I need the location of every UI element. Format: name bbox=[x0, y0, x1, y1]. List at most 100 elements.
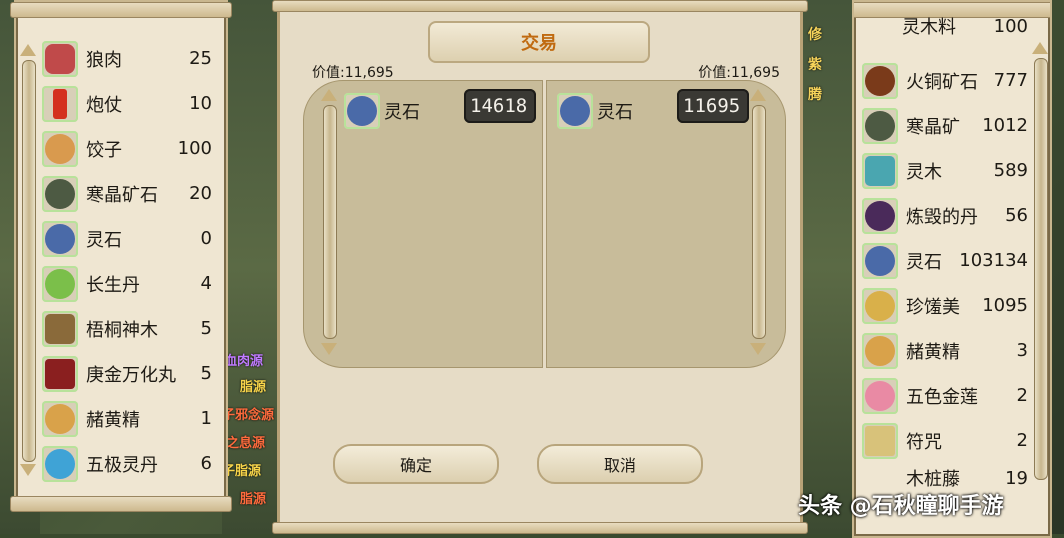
left-inventory-panel: 狼肉 25 炮仗 10 饺子 100 寒晶矿石 20 灵石 0 长生丹 4 梧桐… bbox=[10, 0, 232, 512]
right-inventory-item-partial-top[interactable]: 灵木料 100 bbox=[854, 14, 1050, 39]
their-offer-box: 灵石 11695 bbox=[546, 80, 786, 368]
right-inventory-panel: 灵木料 100 火铜矿石 777 寒晶矿 1012 灵木 589 炼毁的丹 56… bbox=[852, 0, 1052, 538]
item-name: 寒晶矿石 bbox=[86, 184, 158, 206]
right-inventory-item[interactable]: 五色金莲 2 bbox=[858, 373, 1050, 418]
right-inventory-item[interactable]: 赭黄精 3 bbox=[858, 328, 1050, 373]
item-qty: 5 bbox=[200, 363, 212, 384]
item-name: 灵木料 bbox=[902, 17, 956, 38]
item-name: 寒晶矿 bbox=[906, 116, 960, 138]
item-name: 赭黄精 bbox=[906, 341, 960, 363]
food-bowl-icon bbox=[862, 287, 898, 324]
item-qty: 1012 bbox=[982, 115, 1028, 136]
confirm-button[interactable]: 确定 bbox=[333, 444, 499, 484]
item-qty: 100 bbox=[993, 15, 1028, 37]
my-offer-value: 价值:11,695 bbox=[312, 65, 394, 81]
item-qty: 0 bbox=[200, 228, 212, 249]
their-offer-scrollbar[interactable] bbox=[752, 105, 766, 339]
trade-window: 交易 价值:11,695 价值:11,695 灵石 14618 灵石 11695… bbox=[272, 0, 808, 534]
item-qty: 2 bbox=[1016, 385, 1028, 406]
item-name: 饺子 bbox=[86, 139, 122, 161]
left-inventory-item[interactable]: 梧桐神木 5 bbox=[38, 306, 226, 351]
item-qty: 2 bbox=[1016, 430, 1028, 451]
dark-pill-icon bbox=[862, 197, 898, 234]
left-inventory-item[interactable]: 灵石 0 bbox=[38, 216, 226, 261]
right-inventory-item[interactable]: 炼毁的丹 56 bbox=[858, 193, 1050, 238]
left-inventory-item[interactable]: 寒晶矿石 20 bbox=[38, 171, 226, 216]
their-offer-value: 价值:11,695 bbox=[698, 65, 780, 81]
item-name: 灵木 bbox=[906, 161, 942, 183]
left-inventory-item[interactable]: 炮仗 10 bbox=[38, 81, 226, 126]
spirit-stone-icon bbox=[557, 93, 593, 129]
left-inventory-item[interactable]: 五极灵丹 6 bbox=[38, 441, 226, 486]
right-inventory-item[interactable]: 寒晶矿 1012 bbox=[858, 103, 1050, 148]
side-label-1: 修 bbox=[808, 27, 822, 43]
item-qty: 3 bbox=[1016, 340, 1028, 361]
my-offer-item[interactable]: 灵石 bbox=[344, 93, 420, 129]
mid-bg-strip bbox=[222, 0, 280, 534]
left-inventory-scrollbar[interactable] bbox=[22, 60, 36, 462]
cancel-button[interactable]: 取消 bbox=[537, 444, 703, 484]
left-inventory-item[interactable]: 庚金万化丸 5 bbox=[38, 351, 226, 396]
left-inventory-item[interactable]: 狼肉 25 bbox=[38, 36, 226, 81]
pill-box-icon bbox=[42, 355, 78, 392]
copper-ore-icon bbox=[862, 62, 898, 99]
item-name: 灵石 bbox=[86, 229, 122, 251]
item-name: 梧桐神木 bbox=[86, 319, 158, 341]
item-qty: 1 bbox=[200, 408, 212, 429]
my-offer-scrollbar[interactable] bbox=[323, 105, 337, 339]
item-qty: 25 bbox=[189, 48, 212, 69]
right-inventory-item[interactable]: 灵石 103134 bbox=[858, 238, 1050, 283]
my-offer-scroll-up[interactable] bbox=[321, 89, 337, 101]
item-name: 炮仗 bbox=[86, 94, 122, 116]
side-label-3: 腾 bbox=[808, 87, 822, 103]
my-offer-scroll-down[interactable] bbox=[321, 343, 337, 355]
item-qty: 589 bbox=[993, 160, 1028, 181]
right-inventory-scroll-up[interactable] bbox=[1032, 42, 1048, 54]
bg-text-2: 脂源 bbox=[240, 380, 267, 395]
trade-title: 交易 bbox=[428, 21, 650, 63]
left-inventory-scroll-down[interactable] bbox=[20, 464, 36, 476]
left-panel-top-cap bbox=[10, 2, 232, 18]
wood-icon bbox=[42, 310, 78, 347]
item-name: 五极灵丹 bbox=[86, 454, 158, 476]
trade-top-cap bbox=[272, 0, 808, 12]
left-inventory-item[interactable]: 长生丹 4 bbox=[38, 261, 226, 306]
my-offer-box: 灵石 14618 bbox=[303, 80, 543, 368]
item-qty: 4 bbox=[200, 273, 212, 294]
bg-text-3: 子邪念源 bbox=[222, 408, 275, 423]
lotus-icon bbox=[862, 377, 898, 414]
firecracker-icon bbox=[42, 85, 78, 122]
item-name: 灵石 bbox=[906, 251, 942, 273]
dumpling-icon bbox=[42, 130, 78, 167]
their-offer-scroll-up[interactable] bbox=[750, 89, 766, 101]
right-inventory-item[interactable]: 火铜矿石 777 bbox=[858, 58, 1050, 103]
their-offer-item[interactable]: 灵石 bbox=[557, 93, 633, 129]
left-inventory-scroll-up[interactable] bbox=[20, 44, 36, 56]
ore-icon bbox=[42, 175, 78, 212]
ginseng-icon bbox=[42, 400, 78, 437]
item-qty: 20 bbox=[189, 183, 212, 204]
right-inventory-item[interactable]: 符咒 2 bbox=[858, 418, 1050, 463]
left-inventory-item[interactable]: 饺子 100 bbox=[38, 126, 226, 171]
their-offer-scroll-down[interactable] bbox=[750, 343, 766, 355]
my-offer-qty-input[interactable]: 14618 bbox=[464, 89, 536, 123]
bg-text-4: 之息源 bbox=[226, 436, 266, 451]
talisman-icon bbox=[862, 422, 898, 459]
item-name: 火铜矿石 bbox=[906, 71, 978, 93]
bg-text-1: 血肉源 bbox=[224, 354, 264, 369]
right-inventory-item[interactable]: 灵木 589 bbox=[858, 148, 1050, 193]
item-name: 狼肉 bbox=[86, 49, 122, 71]
watermark: 头条 @石秋瞳聊手游 bbox=[798, 494, 1004, 519]
blue-gourd-icon bbox=[42, 445, 78, 482]
right-inventory-item[interactable]: 珍馐美 1095 bbox=[858, 283, 1050, 328]
their-offer-qty-field: 11695 bbox=[677, 89, 749, 123]
item-qty: 1095 bbox=[982, 295, 1028, 316]
right-inventory-scrollbar[interactable] bbox=[1034, 58, 1048, 480]
my-offer-item-name: 灵石 bbox=[384, 102, 420, 123]
item-qty: 56 bbox=[1005, 205, 1028, 226]
spirit-stone-icon bbox=[344, 93, 380, 129]
spirit-wood-icon bbox=[862, 152, 898, 189]
left-inventory-item[interactable]: 赭黄精 1 bbox=[38, 396, 226, 441]
item-name: 五色金莲 bbox=[906, 386, 978, 408]
bg-text-6: 脂源 bbox=[240, 492, 267, 507]
